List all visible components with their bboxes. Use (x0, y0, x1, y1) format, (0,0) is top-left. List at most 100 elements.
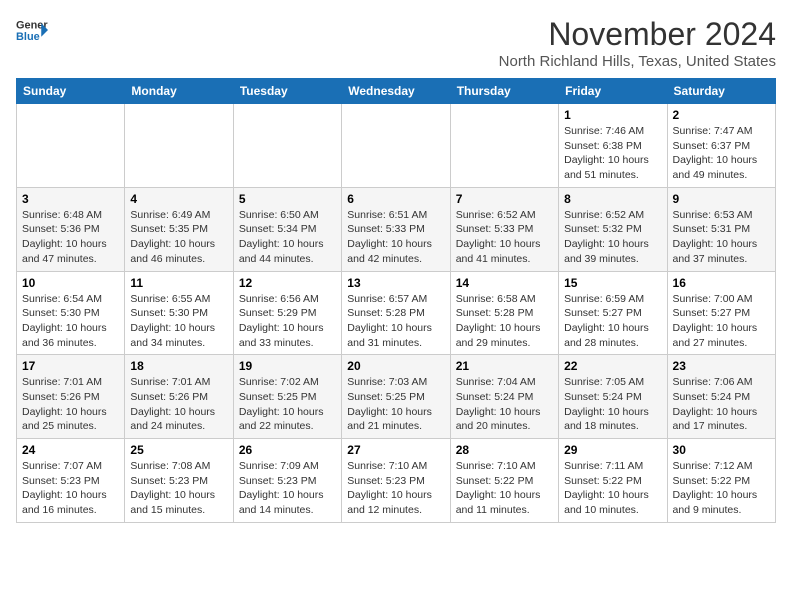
day-number: 2 (673, 108, 770, 122)
weekday-header-cell: Monday (125, 79, 233, 104)
calendar-day-cell (125, 104, 233, 188)
weekday-header-cell: Thursday (450, 79, 558, 104)
page-header: General Blue November 2024 North Richlan… (16, 16, 776, 70)
calendar-day-cell: 1Sunrise: 7:46 AM Sunset: 6:38 PM Daylig… (559, 104, 667, 188)
calendar-day-cell: 11Sunrise: 6:55 AM Sunset: 5:30 PM Dayli… (125, 271, 233, 355)
calendar-day-cell: 19 Sunrise: 7:02 AM Sunset: 5:25 PM Dayli… (233, 355, 341, 439)
day-info: Sunrise: 6:54 AM Sunset: 5:30 PM Dayligh… (22, 292, 119, 351)
day-number: 8 (564, 192, 661, 206)
svg-text:Blue: Blue (16, 31, 40, 43)
day-number: 13 (347, 276, 444, 290)
day-info: Sunrise: 7:09 AM Sunset: 5:23 PM Dayligh… (239, 459, 336, 518)
calendar-week-row: 3Sunrise: 6:48 AM Sunset: 5:36 PM Daylig… (17, 187, 776, 271)
calendar-day-cell (17, 104, 125, 188)
day-info: Sunrise: 7:46 AM Sunset: 6:38 PM Dayligh… (564, 124, 661, 183)
day-info: Sunrise: 7:05 AM Sunset: 5:24 PM Dayligh… (564, 375, 661, 434)
calendar-day-cell: 9 Sunrise: 6:53 AM Sunset: 5:31 PM Daylig… (667, 187, 775, 271)
day-info: Sunrise: 7:01 AM Sunset: 5:26 PM Dayligh… (22, 375, 119, 434)
calendar-day-cell (233, 104, 341, 188)
day-info: Sunrise: 7:06 AM Sunset: 5:24 PM Dayligh… (673, 375, 770, 434)
day-info: Sunrise: 6:52 AM Sunset: 5:33 PM Dayligh… (456, 208, 553, 267)
day-info: Sunrise: 7:00 AM Sunset: 5:27 PM Dayligh… (673, 292, 770, 351)
calendar-day-cell: 23Sunrise: 7:06 AM Sunset: 5:24 PM Dayli… (667, 355, 775, 439)
calendar-day-cell: 2 Sunrise: 7:47 AM Sunset: 6:37 PM Daylig… (667, 104, 775, 188)
day-info: Sunrise: 7:12 AM Sunset: 5:22 PM Dayligh… (673, 459, 770, 518)
day-info: Sunrise: 7:11 AM Sunset: 5:22 PM Dayligh… (564, 459, 661, 518)
day-info: Sunrise: 7:07 AM Sunset: 5:23 PM Dayligh… (22, 459, 119, 518)
day-number: 18 (130, 359, 227, 373)
day-info: Sunrise: 6:58 AM Sunset: 5:28 PM Dayligh… (456, 292, 553, 351)
calendar-week-row: 1Sunrise: 7:46 AM Sunset: 6:38 PM Daylig… (17, 104, 776, 188)
day-info: Sunrise: 7:47 AM Sunset: 6:37 PM Dayligh… (673, 124, 770, 183)
calendar-body: 1Sunrise: 7:46 AM Sunset: 6:38 PM Daylig… (17, 104, 776, 523)
weekday-header-cell: Saturday (667, 79, 775, 104)
day-info: Sunrise: 6:56 AM Sunset: 5:29 PM Dayligh… (239, 292, 336, 351)
day-number: 17 (22, 359, 119, 373)
calendar-day-cell: 17 Sunrise: 7:01 AM Sunset: 5:26 PM Dayli… (17, 355, 125, 439)
logo-icon: General Blue (16, 16, 48, 44)
day-number: 6 (347, 192, 444, 206)
calendar-day-cell: 29 Sunrise: 7:11 AM Sunset: 5:22 PM Dayli… (559, 439, 667, 523)
weekday-header-cell: Sunday (17, 79, 125, 104)
calendar-day-cell: 18 Sunrise: 7:01 AM Sunset: 5:26 PM Dayli… (125, 355, 233, 439)
calendar-day-cell: 21 Sunrise: 7:04 AM Sunset: 5:24 PM Dayli… (450, 355, 558, 439)
day-info: Sunrise: 6:52 AM Sunset: 5:32 PM Dayligh… (564, 208, 661, 267)
weekday-header-row: SundayMondayTuesdayWednesdayThursdayFrid… (17, 79, 776, 104)
day-number: 5 (239, 192, 336, 206)
day-number: 10 (22, 276, 119, 290)
calendar-day-cell: 10 Sunrise: 6:54 AM Sunset: 5:30 PM Dayli… (17, 271, 125, 355)
calendar-day-cell: 7 Sunrise: 6:52 AM Sunset: 5:33 PM Daylig… (450, 187, 558, 271)
calendar-day-cell: 15 Sunrise: 6:59 AM Sunset: 5:27 PM Dayli… (559, 271, 667, 355)
month-title: November 2024 (499, 16, 776, 53)
day-info: Sunrise: 7:08 AM Sunset: 5:23 PM Dayligh… (130, 459, 227, 518)
day-number: 7 (456, 192, 553, 206)
day-number: 24 (22, 443, 119, 457)
day-info: Sunrise: 6:51 AM Sunset: 5:33 PM Dayligh… (347, 208, 444, 267)
calendar-day-cell: 27 Sunrise: 7:10 AM Sunset: 5:23 PM Dayli… (342, 439, 450, 523)
day-info: Sunrise: 7:01 AM Sunset: 5:26 PM Dayligh… (130, 375, 227, 434)
day-number: 12 (239, 276, 336, 290)
calendar-day-cell: 30Sunrise: 7:12 AM Sunset: 5:22 PM Dayli… (667, 439, 775, 523)
day-info: Sunrise: 7:10 AM Sunset: 5:23 PM Dayligh… (347, 459, 444, 518)
day-number: 25 (130, 443, 227, 457)
day-info: Sunrise: 6:59 AM Sunset: 5:27 PM Dayligh… (564, 292, 661, 351)
logo: General Blue (16, 16, 48, 44)
day-number: 4 (130, 192, 227, 206)
location: North Richland Hills, Texas, United Stat… (499, 53, 776, 70)
calendar-day-cell: 16Sunrise: 7:00 AM Sunset: 5:27 PM Dayli… (667, 271, 775, 355)
day-info: Sunrise: 7:02 AM Sunset: 5:25 PM Dayligh… (239, 375, 336, 434)
day-number: 22 (564, 359, 661, 373)
calendar-day-cell (450, 104, 558, 188)
day-info: Sunrise: 6:53 AM Sunset: 5:31 PM Dayligh… (673, 208, 770, 267)
day-info: Sunrise: 6:50 AM Sunset: 5:34 PM Dayligh… (239, 208, 336, 267)
calendar-week-row: 24 Sunrise: 7:07 AM Sunset: 5:23 PM Dayli… (17, 439, 776, 523)
calendar-week-row: 10 Sunrise: 6:54 AM Sunset: 5:30 PM Dayli… (17, 271, 776, 355)
calendar-day-cell: 25 Sunrise: 7:08 AM Sunset: 5:23 PM Dayli… (125, 439, 233, 523)
day-number: 11 (130, 276, 227, 290)
calendar-day-cell: 5 Sunrise: 6:50 AM Sunset: 5:34 PM Daylig… (233, 187, 341, 271)
day-number: 20 (347, 359, 444, 373)
calendar-day-cell: 14 Sunrise: 6:58 AM Sunset: 5:28 PM Dayli… (450, 271, 558, 355)
day-number: 29 (564, 443, 661, 457)
calendar-day-cell: 26Sunrise: 7:09 AM Sunset: 5:23 PM Dayli… (233, 439, 341, 523)
day-number: 21 (456, 359, 553, 373)
calendar-day-cell: 13Sunrise: 6:57 AM Sunset: 5:28 PM Dayli… (342, 271, 450, 355)
calendar-day-cell: 3Sunrise: 6:48 AM Sunset: 5:36 PM Daylig… (17, 187, 125, 271)
calendar-day-cell: 24 Sunrise: 7:07 AM Sunset: 5:23 PM Dayli… (17, 439, 125, 523)
calendar-day-cell (342, 104, 450, 188)
day-info: Sunrise: 7:04 AM Sunset: 5:24 PM Dayligh… (456, 375, 553, 434)
day-number: 14 (456, 276, 553, 290)
day-info: Sunrise: 7:10 AM Sunset: 5:22 PM Dayligh… (456, 459, 553, 518)
day-number: 3 (22, 192, 119, 206)
calendar-day-cell: 8 Sunrise: 6:52 AM Sunset: 5:32 PM Daylig… (559, 187, 667, 271)
day-number: 9 (673, 192, 770, 206)
calendar-table: SundayMondayTuesdayWednesdayThursdayFrid… (16, 78, 776, 523)
title-block: November 2024 North Richland Hills, Texa… (499, 16, 776, 70)
day-info: Sunrise: 7:03 AM Sunset: 5:25 PM Dayligh… (347, 375, 444, 434)
day-number: 27 (347, 443, 444, 457)
day-info: Sunrise: 6:49 AM Sunset: 5:35 PM Dayligh… (130, 208, 227, 267)
calendar-week-row: 17 Sunrise: 7:01 AM Sunset: 5:26 PM Dayli… (17, 355, 776, 439)
weekday-header-cell: Wednesday (342, 79, 450, 104)
day-number: 19 (239, 359, 336, 373)
day-number: 15 (564, 276, 661, 290)
